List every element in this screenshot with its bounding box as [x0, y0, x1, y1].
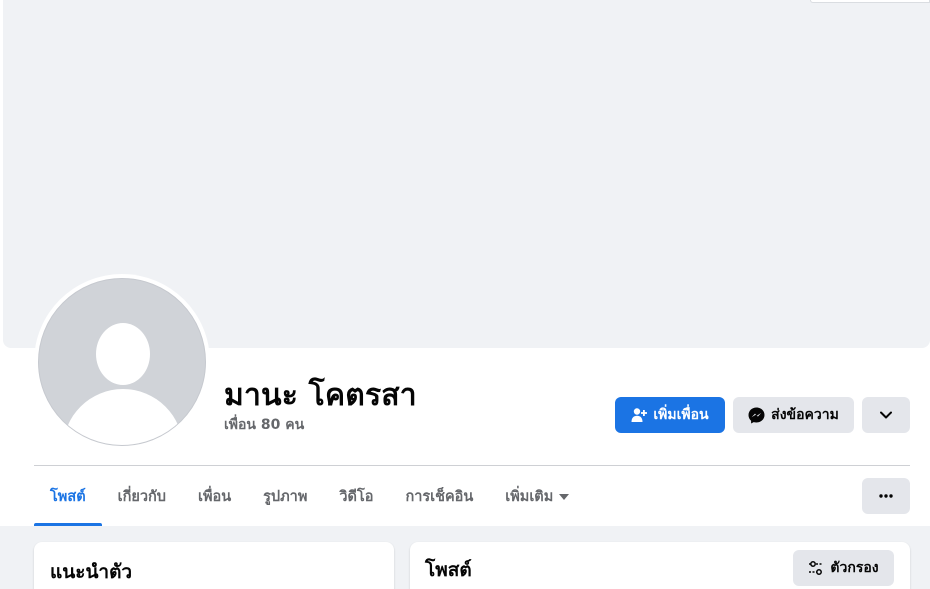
send-message-label: ส่งข้อความ — [771, 407, 839, 423]
tab-label: เพิ่มเติม — [505, 488, 554, 505]
avatar-placeholder-icon — [38, 278, 206, 446]
more-actions-button[interactable] — [862, 397, 910, 433]
tab-more[interactable]: เพิ่มเติม — [489, 466, 585, 526]
intro-title: แนะนำตัว — [50, 561, 133, 583]
tab-posts[interactable]: โพสต์ — [34, 466, 102, 526]
intro-card: แนะนำตัว — [34, 542, 394, 589]
tab-friends[interactable]: เพื่อน — [182, 466, 247, 526]
messenger-icon — [748, 407, 765, 424]
profile-avatar[interactable] — [34, 274, 210, 450]
add-friend-label: เพิ่มเพื่อน — [653, 407, 709, 423]
tab-label: โพสต์ — [50, 488, 86, 505]
send-message-button[interactable]: ส่งข้อความ — [733, 397, 854, 433]
profile-page: มานะ โคตรสา เพื่อน 80 คน เพิ่มเพื่อน ส่ง… — [0, 0, 930, 589]
more-dots-icon — [879, 494, 893, 498]
tab-label: วิดีโอ — [339, 488, 374, 505]
top-menu-edge — [810, 0, 930, 3]
profile-tabs: โพสต์ เกี่ยวกับ เพื่อน รูปภาพ วิดีโอ การ… — [34, 466, 585, 526]
tabs-overflow-button[interactable] — [862, 478, 910, 514]
tab-about[interactable]: เกี่ยวกับ — [102, 466, 182, 526]
profile-name: มานะ โคตรสา — [224, 378, 417, 413]
tab-videos[interactable]: วิดีโอ — [323, 466, 389, 526]
posts-title: โพสต์ — [425, 559, 472, 581]
chevron-down-icon — [880, 411, 892, 419]
tab-label: เกี่ยวกับ — [117, 488, 166, 505]
filter-button[interactable]: ตัวกรอง — [793, 550, 894, 586]
friends-count[interactable]: เพื่อน 80 คน — [224, 414, 304, 436]
posts-card: โพสต์ ตัวกรอง — [410, 542, 910, 589]
filter-label: ตัวกรอง — [830, 560, 879, 576]
tab-checkins[interactable]: การเช็คอิน — [389, 466, 489, 526]
filter-sliders-icon — [808, 561, 824, 575]
tab-label: เพื่อน — [197, 488, 232, 505]
add-friend-button[interactable]: เพิ่มเพื่อน — [615, 397, 725, 433]
tab-label: รูปภาพ — [263, 488, 308, 505]
caret-down-icon — [559, 493, 570, 500]
tab-photos[interactable]: รูปภาพ — [247, 466, 323, 526]
add-friend-icon — [631, 407, 648, 423]
tab-label: การเช็คอิน — [405, 488, 474, 505]
